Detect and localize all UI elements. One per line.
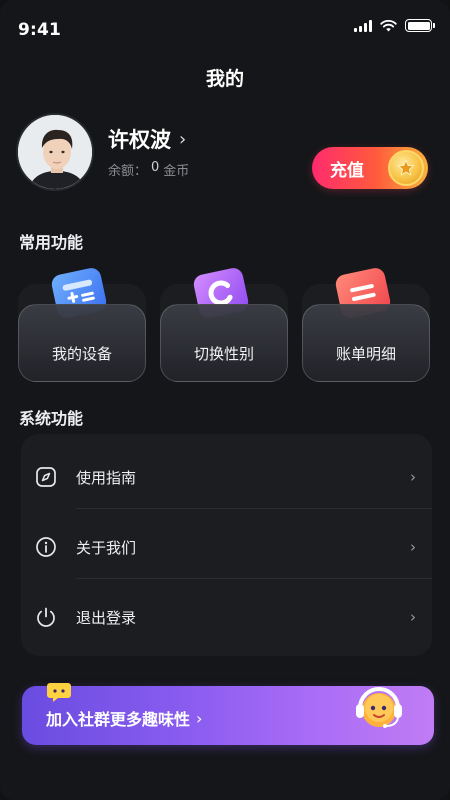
chevron-right-icon: ›: [410, 538, 416, 556]
chevron-right-icon: ›: [179, 128, 187, 150]
power-icon: [37, 607, 55, 627]
divider: [76, 578, 432, 579]
feature-label: 我的设备: [51, 345, 112, 363]
battery-icon: [405, 19, 435, 32]
community-label: 加入社群更多趣味性: [46, 710, 191, 729]
info-icon: [36, 537, 56, 557]
balance: 余额： 0 金币: [108, 160, 189, 179]
user-name-link[interactable]: 许权波 ›: [108, 124, 186, 154]
balance-unit: 金币: [163, 164, 190, 179]
menu-item-label: 退出登录: [76, 608, 137, 627]
chevron-right-icon: ›: [410, 468, 416, 486]
feature-bill-details[interactable]: 账单明细: [302, 266, 430, 382]
chat-bubble-icon: [47, 683, 71, 702]
recharge-label: 充值: [330, 160, 364, 181]
status-time: 9:41: [18, 20, 62, 40]
menu-item-user-guide[interactable]: 使用指南 ›: [21, 442, 432, 512]
status-icons: [354, 19, 435, 32]
community-link: 加入社群更多趣味性 ›: [46, 706, 202, 730]
app-screen: 9:41 我的 许权波 › 余额： 0 金币 充值 常用功能 我的设备 切换性别…: [0, 0, 450, 800]
menu-item-log-out[interactable]: 退出登录 ›: [21, 582, 432, 652]
balance-value: 0: [151, 160, 160, 175]
cellular-signal-icon: [354, 19, 372, 32]
join-community-banner[interactable]: 加入社群更多趣味性 ›: [22, 683, 434, 745]
system-features-panel: 使用指南 › 关于我们 › 退出登录 ›: [21, 434, 432, 656]
avatar[interactable]: [16, 113, 94, 191]
chevron-right-icon: ›: [410, 608, 416, 626]
common-features-title: 常用功能: [19, 233, 84, 252]
status-bar: 9:41: [0, 0, 450, 60]
system-features-title: 系统功能: [19, 409, 84, 428]
feature-switch-gender[interactable]: 切换性别: [160, 266, 288, 382]
recharge-button[interactable]: 充值: [312, 147, 428, 189]
feature-label: 账单明细: [335, 345, 396, 363]
chevron-right-icon: ›: [196, 708, 203, 728]
menu-item-label: 使用指南: [76, 468, 137, 487]
compass-icon: [36, 467, 56, 487]
coin-icon: [388, 150, 424, 186]
menu-item-about-us[interactable]: 关于我们 ›: [21, 512, 432, 582]
user-name: 许权波: [108, 128, 171, 152]
avatar-portrait-icon: [18, 115, 92, 189]
feature-my-devices[interactable]: 我的设备: [18, 266, 146, 382]
wifi-icon: [380, 19, 397, 31]
divider: [76, 508, 432, 509]
feature-label: 切换性别: [193, 345, 254, 363]
page-title: 我的: [205, 68, 244, 90]
balance-label: 余额：: [108, 164, 148, 179]
mascot-headset-icon: [356, 687, 402, 728]
menu-item-label: 关于我们: [76, 538, 137, 557]
